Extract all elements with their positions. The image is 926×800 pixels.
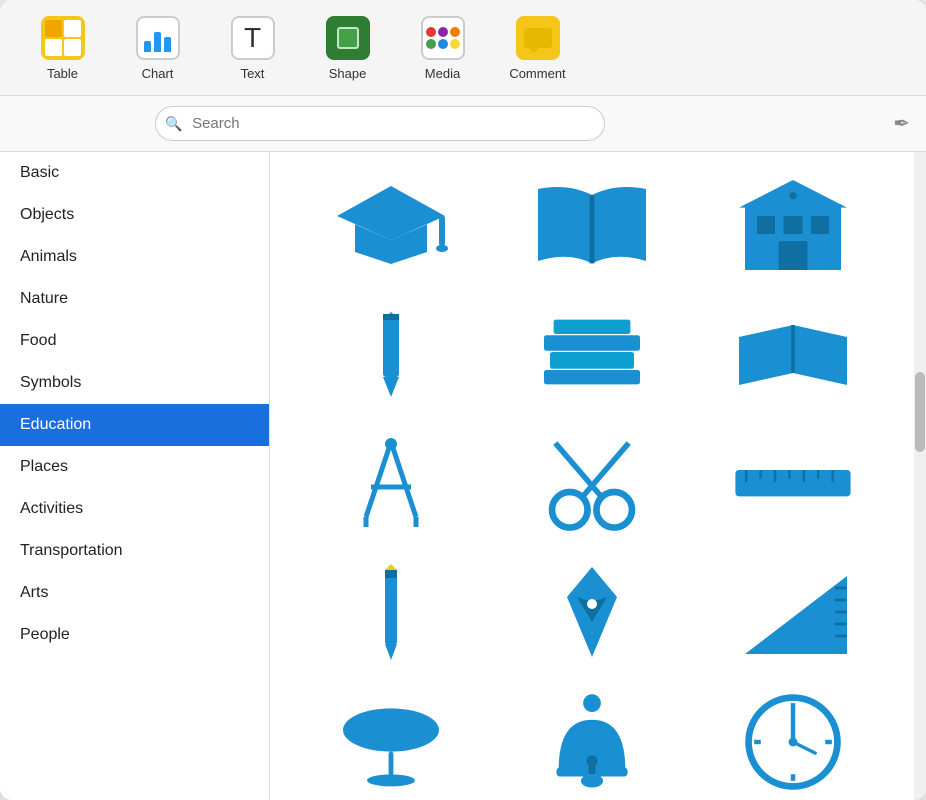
sidebar-item-education[interactable]: Education bbox=[0, 404, 269, 446]
toolbar-item-shape[interactable]: Shape bbox=[305, 8, 390, 87]
toolbar: Table Chart T Text bbox=[0, 0, 926, 96]
pen-nib-icon[interactable] bbox=[532, 562, 652, 662]
sidebar-item-symbols[interactable]: Symbols bbox=[0, 362, 269, 404]
sidebar-item-basic[interactable]: Basic bbox=[0, 152, 269, 194]
chart-icon bbox=[136, 16, 180, 60]
scissors-icon[interactable] bbox=[532, 432, 652, 532]
search-icon: 🔍 bbox=[165, 115, 182, 132]
toolbar-media-label: Media bbox=[425, 66, 460, 81]
toolbar-item-chart[interactable]: Chart bbox=[115, 8, 200, 87]
shape-icon bbox=[326, 16, 370, 60]
icon-grid-area bbox=[270, 152, 914, 800]
school-bell-icon[interactable] bbox=[532, 692, 652, 792]
graduation-cap-icon[interactable] bbox=[331, 172, 451, 272]
school-building-icon[interactable] bbox=[733, 172, 853, 272]
sidebar-item-activities[interactable]: Activities bbox=[0, 488, 269, 530]
text-icon: T bbox=[231, 16, 275, 60]
clock-icon[interactable] bbox=[733, 692, 853, 792]
book-open-flat-icon[interactable] bbox=[733, 302, 853, 402]
sidebar-item-animals[interactable]: Animals bbox=[0, 236, 269, 278]
toolbar-item-table[interactable]: Table bbox=[20, 8, 105, 87]
compass-icon[interactable] bbox=[331, 432, 451, 532]
scrollbar[interactable] bbox=[914, 152, 926, 800]
toolbar-text-label: Text bbox=[241, 66, 265, 81]
sidebar-item-people[interactable]: People bbox=[0, 614, 269, 656]
pen-icon[interactable]: ✒ bbox=[893, 111, 910, 136]
sidebar-item-objects[interactable]: Objects bbox=[0, 194, 269, 236]
stack-books-icon[interactable] bbox=[532, 302, 652, 402]
desk-lamp-icon[interactable] bbox=[331, 692, 451, 792]
comment-icon bbox=[516, 16, 560, 60]
toolbar-comment-label: Comment bbox=[509, 66, 565, 81]
search-container: 🔍 bbox=[155, 106, 605, 141]
sidebar-item-nature[interactable]: Nature bbox=[0, 278, 269, 320]
main-content: Basic Objects Animals Nature Food Symbol… bbox=[0, 152, 926, 800]
toolbar-table-label: Table bbox=[47, 66, 78, 81]
sidebar-item-food[interactable]: Food bbox=[0, 320, 269, 362]
sidebar-item-places[interactable]: Places bbox=[0, 446, 269, 488]
scrollbar-thumb[interactable] bbox=[915, 372, 925, 452]
triangle-ruler-icon[interactable] bbox=[733, 562, 853, 662]
toolbar-item-comment[interactable]: Comment bbox=[495, 8, 580, 87]
icon-grid bbox=[300, 172, 884, 800]
toolbar-item-text[interactable]: T Text bbox=[210, 8, 295, 87]
search-bar-row: 🔍 ✒ bbox=[0, 96, 926, 152]
sidebar: Basic Objects Animals Nature Food Symbol… bbox=[0, 152, 270, 800]
media-icon bbox=[421, 16, 465, 60]
pencil-icon[interactable] bbox=[331, 562, 451, 662]
crayon-icon[interactable] bbox=[331, 302, 451, 402]
search-input[interactable] bbox=[155, 106, 605, 141]
ruler-icon[interactable] bbox=[733, 432, 853, 532]
toolbar-shape-label: Shape bbox=[329, 66, 367, 81]
sidebar-item-transportation[interactable]: Transportation bbox=[0, 530, 269, 572]
app-window: Table Chart T Text bbox=[0, 0, 926, 800]
table-icon bbox=[41, 16, 85, 60]
toolbar-chart-label: Chart bbox=[142, 66, 174, 81]
toolbar-item-media[interactable]: Media bbox=[400, 8, 485, 87]
sidebar-item-arts[interactable]: Arts bbox=[0, 572, 269, 614]
open-book-icon[interactable] bbox=[532, 172, 652, 272]
